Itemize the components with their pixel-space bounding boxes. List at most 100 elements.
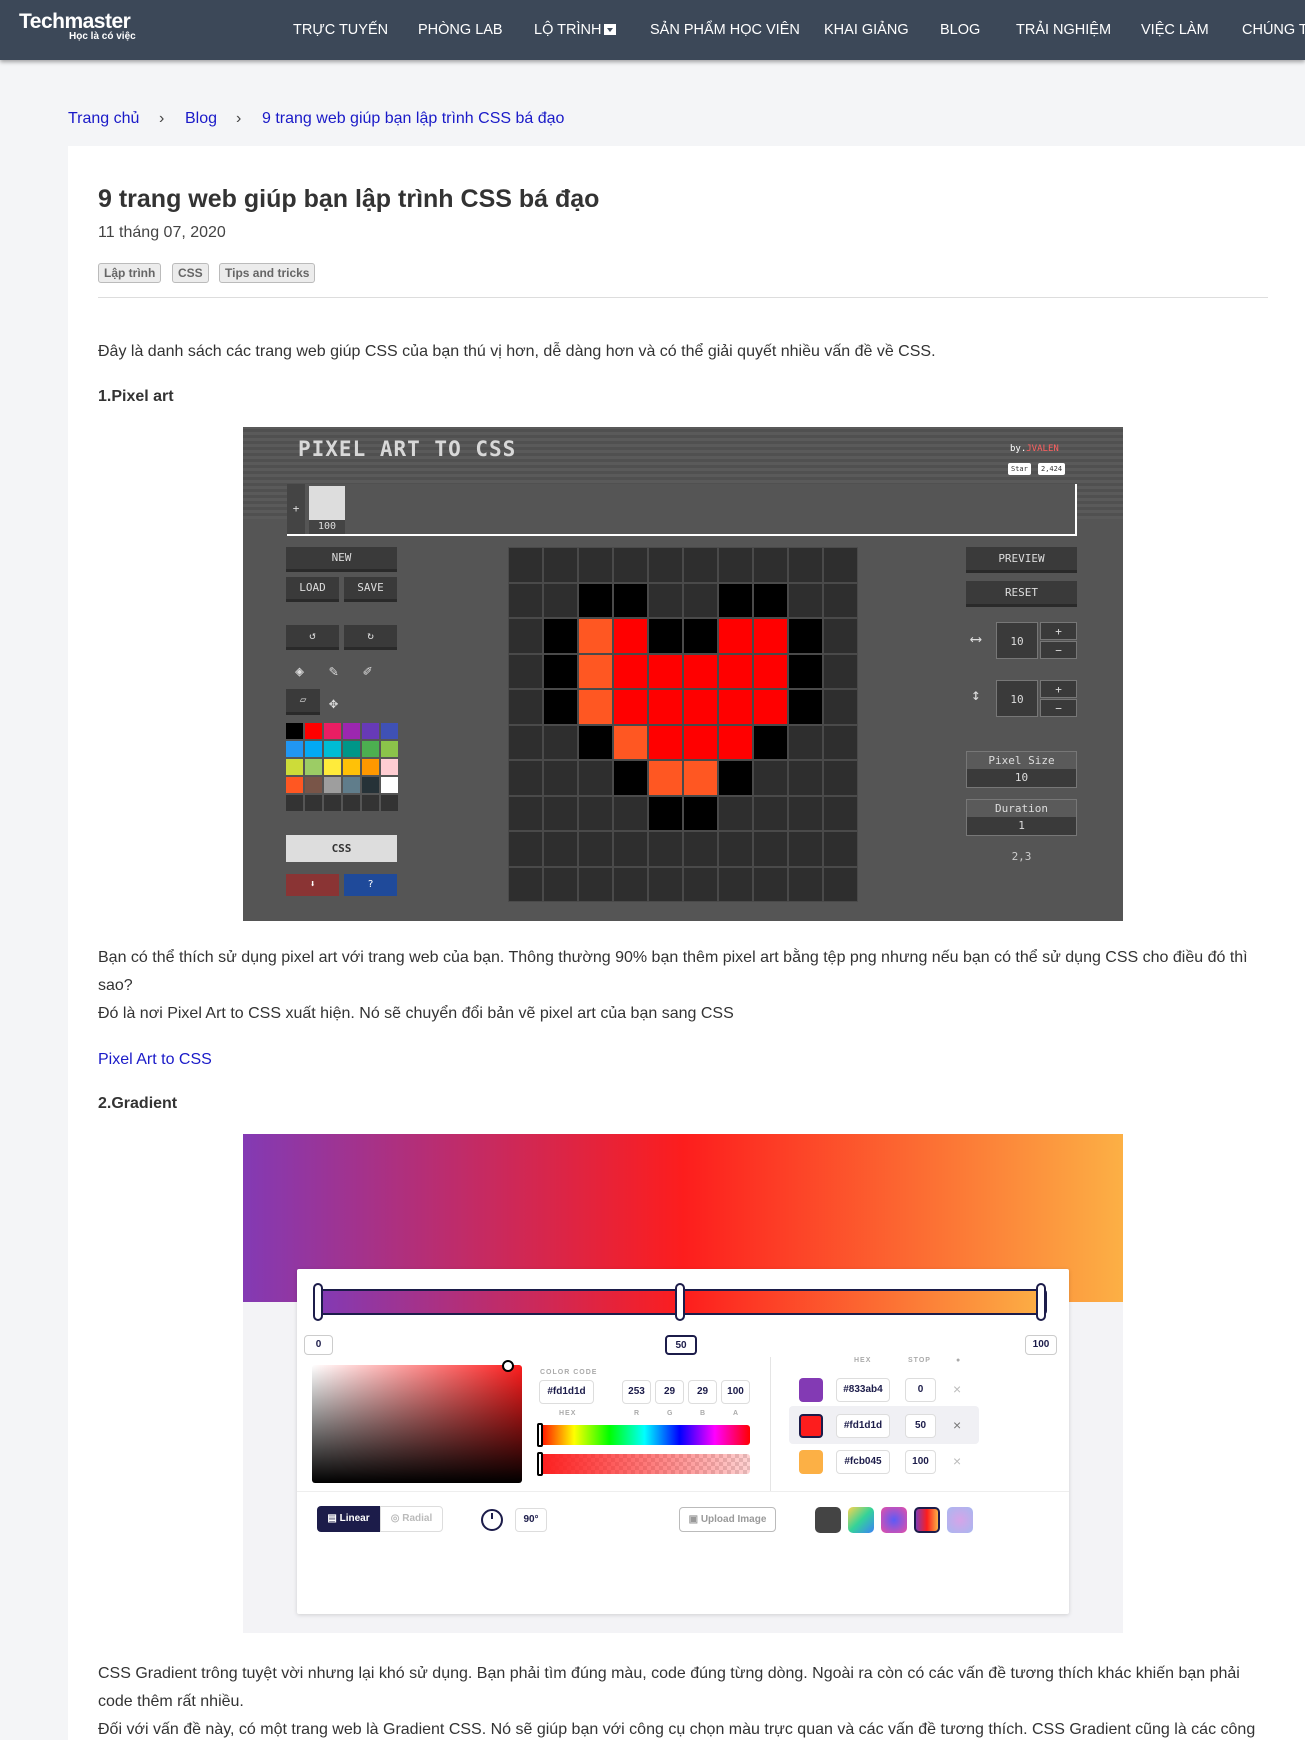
stop-label-left: 0 xyxy=(304,1335,333,1355)
r-field: 253 xyxy=(622,1380,651,1404)
nav-item-viec-lam[interactable]: VIỆC LÀM xyxy=(1141,20,1209,40)
breadcrumb-current[interactable]: 9 trang web giúp bạn lập trình CSS bá đạ… xyxy=(262,109,564,129)
tag-css[interactable]: CSS xyxy=(172,263,209,283)
pixel-cell xyxy=(578,653,613,689)
pixel-cell xyxy=(823,582,858,618)
alpha-slider-handle xyxy=(537,1452,543,1476)
pixel-cell xyxy=(718,831,753,867)
image-icon: ▣ xyxy=(688,1514,701,1525)
breadcrumb-blog[interactable]: Blog xyxy=(185,109,217,129)
pixel-cell xyxy=(543,795,578,831)
pixel-cell xyxy=(718,760,753,796)
pixel-cell xyxy=(578,866,613,902)
nav-item-chung-toi[interactable]: CHÚNG TÔI xyxy=(1242,20,1305,40)
nav-item-san-pham-hoc-vien[interactable]: SẢN PHẨM HỌC VIÊN xyxy=(650,20,800,40)
eyedropper-icon: ✎ xyxy=(329,662,339,680)
preset-pastel xyxy=(947,1507,973,1533)
pixel-size-box: Pixel Size 10 xyxy=(966,751,1077,788)
pixel-cell xyxy=(823,689,858,725)
pixel-cell xyxy=(683,582,718,618)
duration-box: Duration 1 xyxy=(966,799,1077,836)
nav-item-khai-giang[interactable]: KHAI GIẢNG xyxy=(824,20,909,40)
pixel-cell xyxy=(578,724,613,760)
palette-swatch xyxy=(305,777,322,793)
vertical-divider xyxy=(770,1357,771,1492)
new-button: NEW xyxy=(286,547,397,572)
hue-slider xyxy=(539,1425,750,1445)
article-title: 9 trang web giúp bạn lập trình CSS bá đạ… xyxy=(98,185,600,213)
stop-column-header: STOP xyxy=(908,1357,931,1364)
pixel-cell xyxy=(613,760,648,796)
tag-lap-trinh[interactable]: Lập trình xyxy=(98,263,162,283)
pixel-cell xyxy=(543,689,578,725)
stop-hex-2: #fd1d1d xyxy=(836,1414,890,1438)
pixel-cell xyxy=(788,724,823,760)
app-title: PIXEL ART TO CSS xyxy=(298,437,517,461)
logo[interactable]: Techmaster xyxy=(19,11,131,33)
pixel-size-value: 10 xyxy=(1014,771,1029,784)
nav-item-blog[interactable]: BLOG xyxy=(940,20,980,40)
preset-sunny xyxy=(848,1507,874,1533)
pixel-cell xyxy=(753,618,788,654)
pixel-cell xyxy=(613,866,648,902)
palette-swatch xyxy=(343,741,360,757)
palette-swatch xyxy=(381,759,398,775)
author-name: JVALEN xyxy=(1026,444,1059,454)
pixel-cell xyxy=(718,689,753,725)
picker-knob xyxy=(502,1360,514,1372)
pixel-cell xyxy=(648,547,683,583)
pixel-cell xyxy=(508,689,543,725)
r-label: R xyxy=(634,1410,641,1417)
pixel-cell xyxy=(613,653,648,689)
pixel-cell xyxy=(788,831,823,867)
pixel-cell xyxy=(543,547,578,583)
pixel-cell xyxy=(508,653,543,689)
stop-label-right: 100 xyxy=(1025,1335,1057,1355)
preset-purple xyxy=(881,1507,907,1533)
pixel-cell xyxy=(788,689,823,725)
pixel-cell xyxy=(683,724,718,760)
pixel-cell xyxy=(753,653,788,689)
pixel-art-paragraph-1: Bạn có thể thích sử dụng pixel art với t… xyxy=(98,949,1248,994)
stop-handle-mid xyxy=(675,1283,685,1321)
palette-swatch xyxy=(286,723,303,739)
pixel-cell xyxy=(823,795,858,831)
pixel-cell xyxy=(613,582,648,618)
alpha-slider xyxy=(539,1454,750,1474)
nav-item-phong-lab[interactable]: PHÒNG LAB xyxy=(418,20,503,40)
radial-icon: ◎ xyxy=(390,1513,403,1524)
pixel-cell xyxy=(648,618,683,654)
pixel-cell xyxy=(753,760,788,796)
palette-swatch xyxy=(324,723,341,739)
duration-value: 1 xyxy=(1018,819,1025,832)
pixel-art-to-css-link[interactable]: Pixel Art to CSS xyxy=(98,1050,212,1070)
linear-toggle: ▤ Linear xyxy=(317,1506,380,1532)
preview-button: PREVIEW xyxy=(966,547,1077,573)
chevron-down-icon xyxy=(604,24,617,35)
nav-item-truc-tuyen[interactable]: TRỰC TUYẾN xyxy=(293,20,388,40)
pixel-cell xyxy=(788,795,823,831)
pixel-cell xyxy=(648,689,683,725)
breadcrumb-home[interactable]: Trang chủ xyxy=(68,109,139,129)
pixel-cell xyxy=(543,653,578,689)
pixel-cell xyxy=(718,866,753,902)
top-navbar: Techmaster Học là có việc TRỰC TUYẾN PHÒ… xyxy=(0,0,1305,60)
height-decrease: − xyxy=(1040,699,1077,717)
pixel-cell xyxy=(578,582,613,618)
width-decrease: − xyxy=(1040,641,1077,659)
pixel-cell xyxy=(683,689,718,725)
pixel-cell xyxy=(788,547,823,583)
stop-position-2: 50 xyxy=(905,1414,936,1438)
pixel-cell xyxy=(683,795,718,831)
nav-item-lo-trinh[interactable]: LỘ TRÌNH xyxy=(534,20,617,40)
remove-stop-icon: × xyxy=(953,1453,962,1469)
pixel-cell xyxy=(753,831,788,867)
saturation-value-picker xyxy=(312,1360,522,1483)
nav-item-trai-nghiem[interactable]: TRẢI NGHIỆM xyxy=(1016,20,1111,40)
undo-icon: ↺ xyxy=(286,625,339,650)
by-label: by. xyxy=(1010,444,1027,454)
tag-tips-and-tricks[interactable]: Tips and tricks xyxy=(219,263,316,283)
divider xyxy=(98,297,1268,298)
pixel-cell xyxy=(718,618,753,654)
pixel-cell xyxy=(788,866,823,902)
